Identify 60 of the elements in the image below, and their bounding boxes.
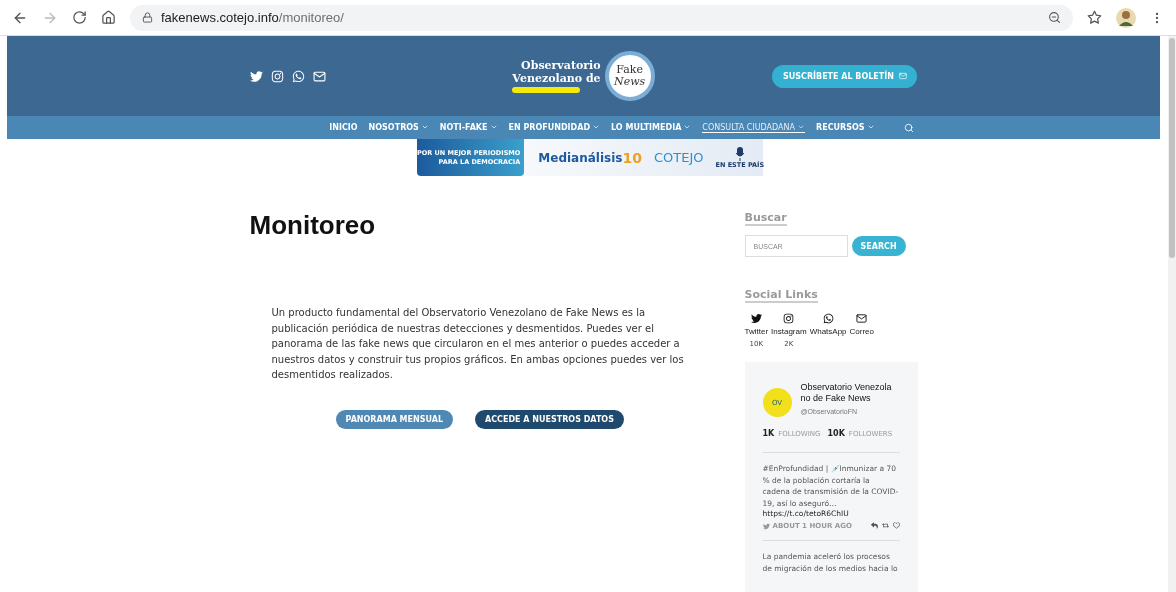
nav-link[interactable]: INICIO [329,122,358,133]
zoom-out-icon[interactable] [1048,11,1061,24]
logo-text: Observatorio [520,59,601,72]
nav-link[interactable]: RECURSOS [816,122,875,133]
followers-count: 10K [827,429,845,438]
following-count: 1K [762,429,775,438]
twitter-icon [762,522,770,530]
social-link[interactable]: WhatsApp [809,327,847,336]
logo-text: Venezolano de [512,72,601,85]
chevron-icon [683,123,692,131]
url-host: fakenews.cotejo.info [161,10,279,25]
nav-link[interactable]: EN PROFUNDIDAD [508,122,601,133]
widget-heading: Social Links [744,288,818,303]
logo-bar [512,87,581,93]
chevron-icon [592,123,601,131]
mail-icon[interactable] [312,69,326,83]
page-title: Monitoreo [249,210,377,241]
mail-icon[interactable] [856,313,868,324]
microphone-icon [734,146,745,161]
whatsapp-icon[interactable] [291,69,305,83]
reply-icon[interactable] [870,522,878,530]
scrollbar[interactable] [1168,36,1176,592]
profile-name[interactable]: Observatorio Venezola no de Fake News [800,382,900,404]
reload-icon[interactable] [72,10,87,25]
mail-icon [898,72,907,80]
star-icon[interactable] [1087,10,1102,25]
panorama-button[interactable]: PANORAMA MENSUAL [335,409,454,429]
chevron-icon [489,123,498,131]
lock-icon [142,12,153,23]
profile-avatar[interactable] [1116,7,1136,28]
sponsor-logo: Medianálisis [538,150,623,165]
data-button[interactable]: ACCEDE A NUESTROS DATOS [475,409,624,429]
twitter-icon[interactable] [750,313,762,324]
logo-lens: Fake News [604,51,655,101]
chevron-icon [866,123,875,131]
widget-heading: Buscar [744,211,787,226]
url-path: /monitoreo/ [278,10,344,25]
heart-icon[interactable] [892,522,900,530]
subscribe-button[interactable]: SUSCRÍBETE AL BOLETÍN [772,64,918,88]
nav-link[interactable]: NOTI-FAKE [439,122,498,133]
retweet-icon[interactable] [881,522,889,530]
site-logo[interactable]: Observatorio Venezolano de Fake News [512,51,655,101]
social-link[interactable]: Twitter [744,327,769,336]
chevron-icon [797,123,805,131]
nav-link[interactable]: LO MULTIMEDIA [611,122,692,133]
whatsapp-icon[interactable] [822,313,834,324]
sponsor-logo: COTEJO [653,150,704,165]
search-button[interactable]: SEARCH [851,236,906,256]
address-bar[interactable]: fakenews.cotejo.info/monitoreo/ [130,4,1073,31]
social-link[interactable]: Correo [849,327,874,336]
search-icon[interactable] [903,122,914,133]
intro-paragraph: Un producto fundamental del Observatorio Venezolano de Fake News es la publicación periódica de nuestras detecciones y desmentidos. Puedes ver el panorama de las fake news que circularon en el mes anterior o puedes acceder a nuestros datos y construir tus propios gráficos. En ambas opciones puedes ver los desmentidos realizados. [271,306,685,383]
social-link[interactable]: Instagram [771,327,807,336]
scrollbar-thumb[interactable] [1169,38,1175,258]
nav-link[interactable]: CONSULTA CIUDADANA [702,122,805,133]
instagram-icon[interactable] [783,313,795,324]
home-icon[interactable] [101,10,116,25]
chevron-icon [420,123,429,131]
nav-link[interactable]: NOSOTROS [368,122,429,133]
anniversary-mark: 10 [622,149,642,166]
